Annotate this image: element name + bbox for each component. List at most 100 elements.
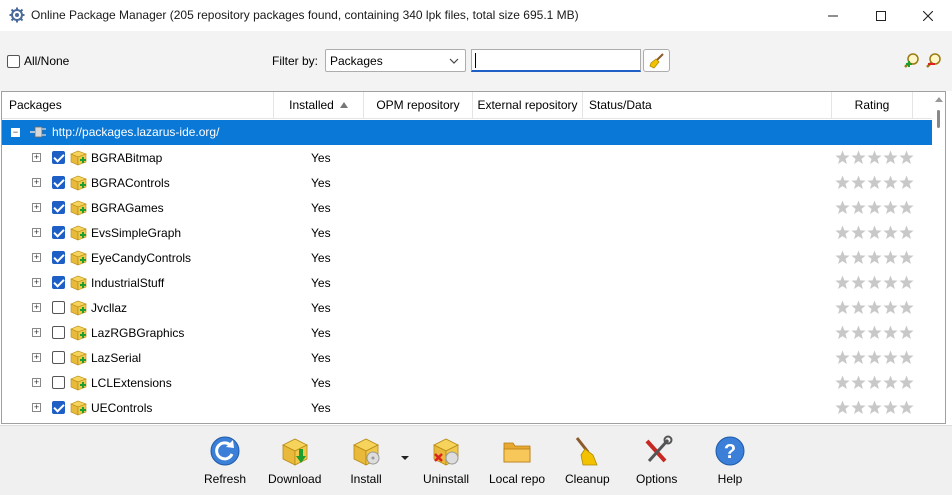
rating-star-icon[interactable] [851, 200, 866, 215]
rating-star-icon[interactable] [867, 175, 882, 190]
rating-star-icon[interactable] [851, 275, 866, 290]
package-rating[interactable] [835, 300, 914, 315]
package-rating[interactable] [835, 325, 914, 340]
zoom-in-icon[interactable] [903, 52, 921, 70]
scroll-up-icon[interactable] [935, 97, 943, 102]
download-button[interactable]: Download [268, 434, 321, 486]
install-button[interactable]: Install [349, 434, 383, 486]
package-tree-grid[interactable]: Packages Installed OPM repository Extern… [1, 91, 946, 424]
rating-star-icon[interactable] [867, 275, 882, 290]
rating-star-icon[interactable] [835, 325, 850, 340]
rating-star-icon[interactable] [851, 300, 866, 315]
rating-star-icon[interactable] [899, 200, 914, 215]
package-row[interactable]: + BGRABitmap Yes [2, 145, 932, 170]
rating-star-icon[interactable] [867, 400, 882, 415]
rating-star-icon[interactable] [835, 200, 850, 215]
install-dropdown-arrow-icon[interactable] [401, 456, 409, 460]
maximize-button[interactable] [858, 0, 904, 31]
rating-star-icon[interactable] [883, 375, 898, 390]
expand-icon[interactable]: + [32, 403, 41, 412]
package-checkbox[interactable] [52, 326, 65, 339]
rating-star-icon[interactable] [835, 375, 850, 390]
rating-star-icon[interactable] [835, 300, 850, 315]
collapse-icon[interactable]: − [11, 128, 20, 137]
rating-star-icon[interactable] [883, 275, 898, 290]
rating-star-icon[interactable] [867, 300, 882, 315]
package-row[interactable]: + BGRAGames Yes [2, 195, 932, 220]
rating-star-icon[interactable] [867, 325, 882, 340]
package-rating[interactable] [835, 350, 914, 365]
uninstall-button[interactable]: Uninstall [423, 434, 469, 486]
rating-star-icon[interactable] [899, 350, 914, 365]
rating-star-icon[interactable] [835, 350, 850, 365]
local-repo-button[interactable]: Local repo [489, 434, 545, 486]
scrollbar-thumb[interactable] [937, 110, 940, 128]
rating-star-icon[interactable] [899, 250, 914, 265]
rating-star-icon[interactable] [851, 400, 866, 415]
expand-icon[interactable]: + [32, 353, 41, 362]
rating-star-icon[interactable] [851, 350, 866, 365]
refresh-button[interactable]: Refresh [204, 434, 246, 486]
rating-star-icon[interactable] [883, 400, 898, 415]
rating-star-icon[interactable] [899, 375, 914, 390]
rating-star-icon[interactable] [835, 175, 850, 190]
all-none-checkbox-box[interactable] [7, 54, 20, 68]
package-checkbox[interactable] [52, 226, 65, 239]
rating-star-icon[interactable] [883, 250, 898, 265]
rating-star-icon[interactable] [899, 150, 914, 165]
options-button[interactable]: Options [636, 434, 677, 486]
rating-star-icon[interactable] [883, 150, 898, 165]
column-header-rating[interactable]: Rating [832, 92, 913, 119]
package-rating[interactable] [835, 275, 914, 290]
rating-star-icon[interactable] [851, 375, 866, 390]
column-header-status-data[interactable]: Status/Data [583, 92, 832, 119]
rating-star-icon[interactable] [835, 275, 850, 290]
filter-text-input[interactable] [471, 49, 641, 72]
rating-star-icon[interactable] [883, 350, 898, 365]
close-button[interactable] [905, 0, 951, 31]
rating-star-icon[interactable] [883, 200, 898, 215]
package-row[interactable]: + UEControls Yes [2, 395, 932, 420]
rating-star-icon[interactable] [851, 325, 866, 340]
column-header-external-repository[interactable]: External repository [473, 92, 583, 119]
rating-star-icon[interactable] [899, 275, 914, 290]
package-row[interactable]: + BGRAControls Yes [2, 170, 932, 195]
rating-star-icon[interactable] [835, 400, 850, 415]
rating-star-icon[interactable] [851, 150, 866, 165]
package-checkbox[interactable] [52, 176, 65, 189]
column-header-opm-repository[interactable]: OPM repository [364, 92, 473, 119]
package-checkbox[interactable] [52, 351, 65, 364]
zoom-out-icon[interactable] [925, 52, 943, 70]
filter-by-select[interactable]: Packages [325, 49, 466, 72]
package-rating[interactable] [835, 400, 914, 415]
expand-icon[interactable]: + [32, 203, 41, 212]
expand-icon[interactable]: + [32, 253, 41, 262]
cleanup-button[interactable]: Cleanup [565, 434, 610, 486]
package-row[interactable]: + LCLExtensions Yes [2, 370, 932, 395]
package-rating[interactable] [835, 250, 914, 265]
package-checkbox[interactable] [52, 301, 65, 314]
rating-star-icon[interactable] [867, 200, 882, 215]
rating-star-icon[interactable] [867, 225, 882, 240]
package-checkbox[interactable] [52, 276, 65, 289]
rating-star-icon[interactable] [867, 375, 882, 390]
expand-icon[interactable]: + [32, 328, 41, 337]
repository-row[interactable]: − http://packages.lazarus-ide.org/ [2, 120, 932, 145]
package-rating[interactable] [835, 375, 914, 390]
clear-filter-button[interactable] [643, 49, 670, 72]
minimize-button[interactable] [810, 0, 856, 31]
package-checkbox[interactable] [52, 251, 65, 264]
expand-icon[interactable]: + [32, 153, 41, 162]
package-rating[interactable] [835, 200, 914, 215]
rating-star-icon[interactable] [883, 175, 898, 190]
package-checkbox[interactable] [52, 401, 65, 414]
package-row[interactable]: + LazRGBGraphics Yes [2, 320, 932, 345]
vertical-scrollbar[interactable] [932, 92, 945, 423]
rating-star-icon[interactable] [899, 175, 914, 190]
rating-star-icon[interactable] [851, 250, 866, 265]
package-checkbox[interactable] [52, 376, 65, 389]
rating-star-icon[interactable] [899, 300, 914, 315]
rating-star-icon[interactable] [835, 150, 850, 165]
expand-icon[interactable]: + [32, 278, 41, 287]
rating-star-icon[interactable] [883, 225, 898, 240]
